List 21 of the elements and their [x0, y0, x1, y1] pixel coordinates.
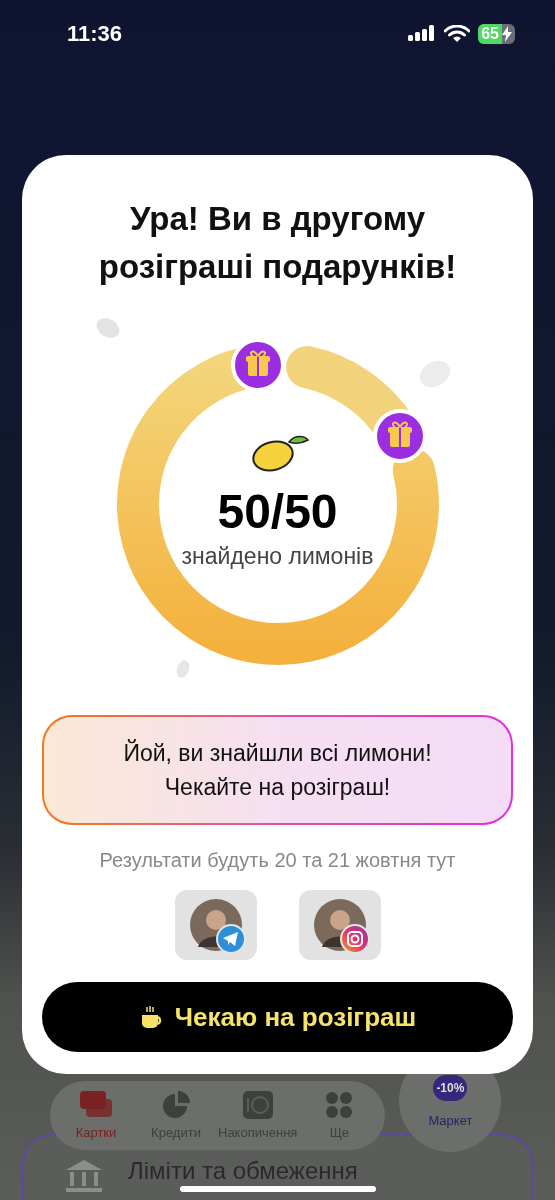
- wait-button[interactable]: Чекаю на розіграш: [42, 982, 513, 1052]
- bank-icon: [64, 1158, 104, 1194]
- safe-icon: [242, 1090, 273, 1119]
- message-text: Йой, ви знайшли всі лимони! Чекайте на розіграш!: [44, 717, 511, 823]
- lemon-caption: знайдено лимонів: [181, 543, 374, 570]
- lemon-count: 50/50: [217, 484, 338, 539]
- battery-level: 65: [478, 24, 502, 44]
- modal-title: Ура! Ви в другому розіграші подарунків!: [97, 199, 458, 287]
- wifi-icon: [444, 25, 471, 43]
- social-link[interactable]: [174, 890, 257, 960]
- cards-icon: [80, 1090, 112, 1119]
- results-note: Результати будуть 20 та 21 жовтня тут: [99, 849, 456, 872]
- telegram-icon: [215, 924, 246, 954]
- instagram-icon: [339, 924, 370, 954]
- social-link[interactable]: [298, 890, 381, 960]
- status-time: 11:36: [67, 21, 123, 47]
- grid-icon: [325, 1090, 354, 1119]
- tab-item[interactable]: Картки: [58, 1090, 134, 1140]
- discount-badge: -10%: [433, 1074, 468, 1101]
- signal-icon: [408, 25, 437, 43]
- pie-chart-icon: [162, 1090, 190, 1119]
